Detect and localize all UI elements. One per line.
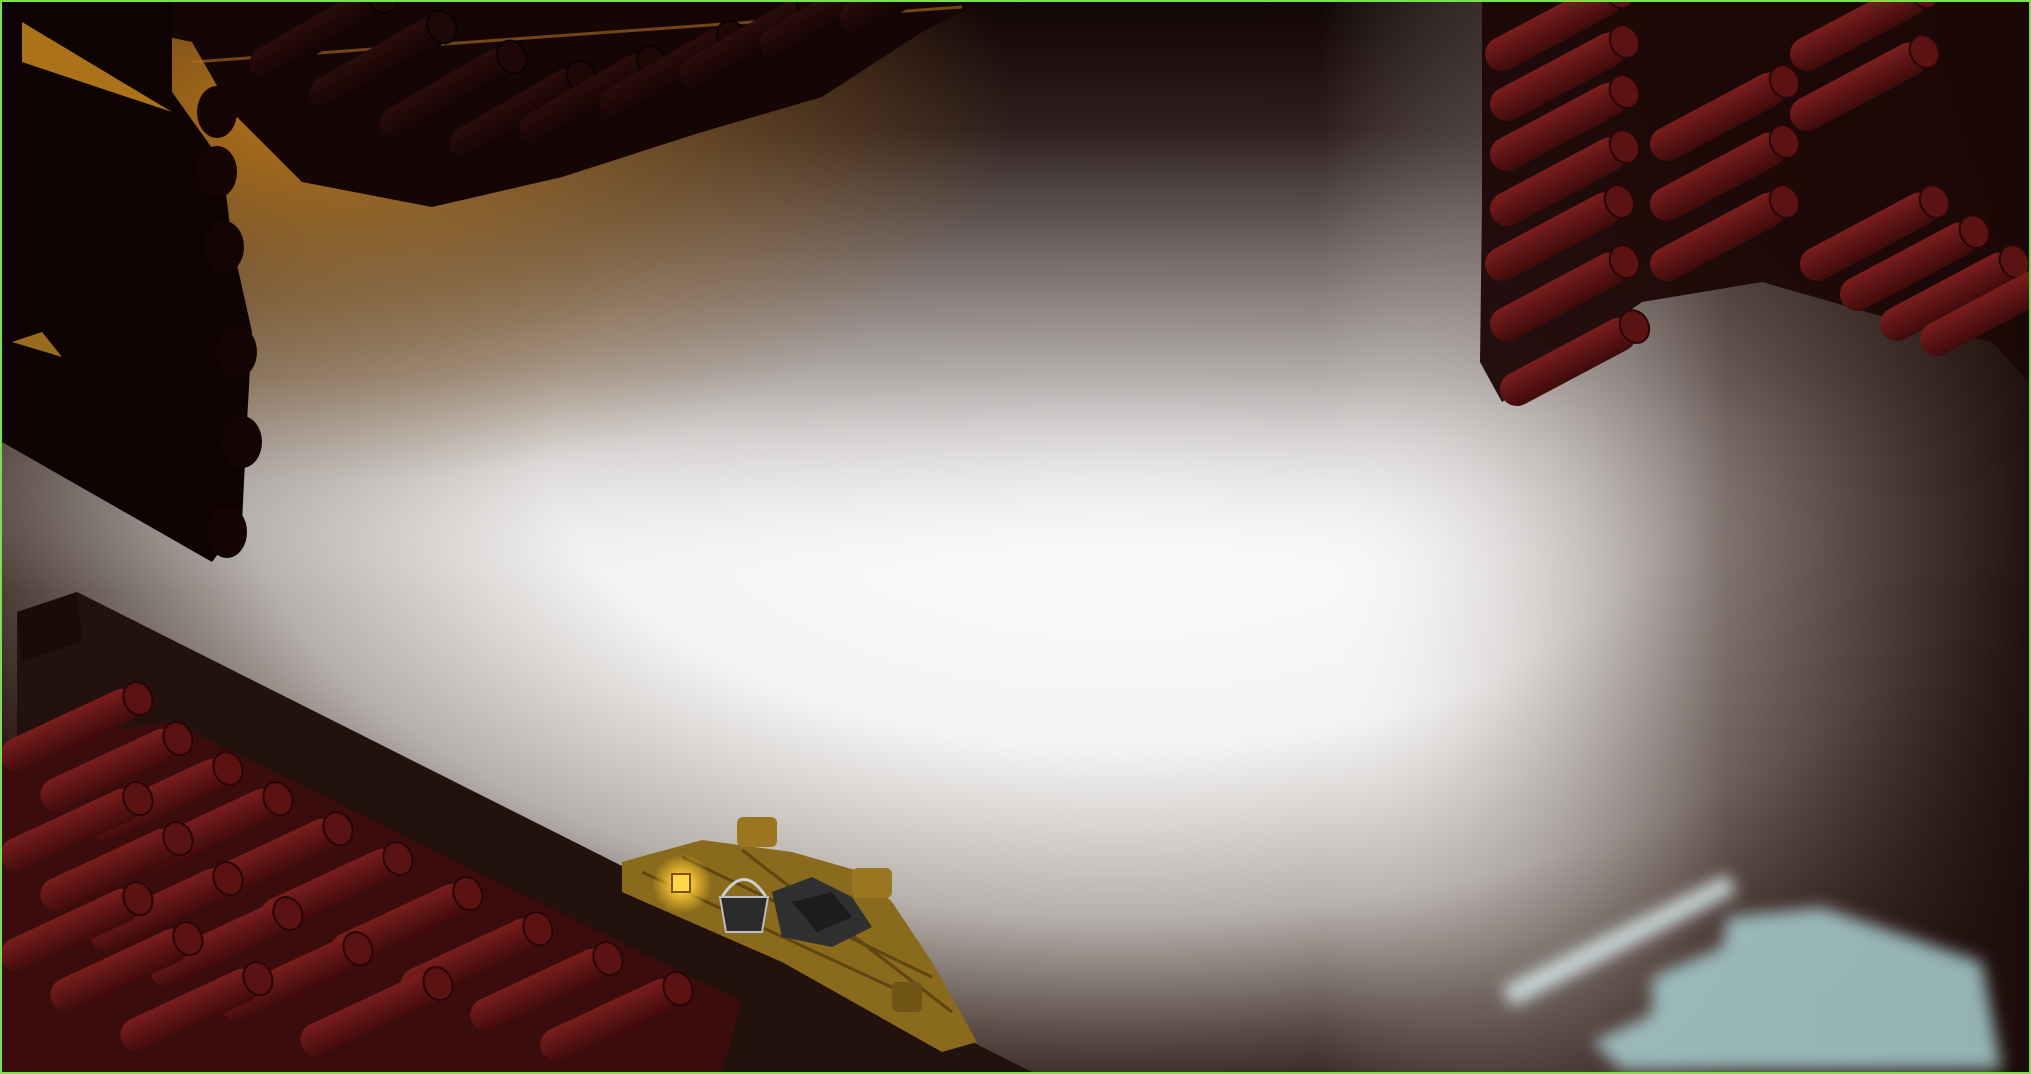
- game-scene[interactable]: [2, 2, 2029, 1072]
- deck-crate: [892, 982, 922, 1012]
- lantern[interactable]: [652, 854, 712, 914]
- deck-post: [852, 868, 892, 898]
- deck-post: [737, 817, 777, 847]
- game-viewport[interactable]: [0, 0, 2031, 1074]
